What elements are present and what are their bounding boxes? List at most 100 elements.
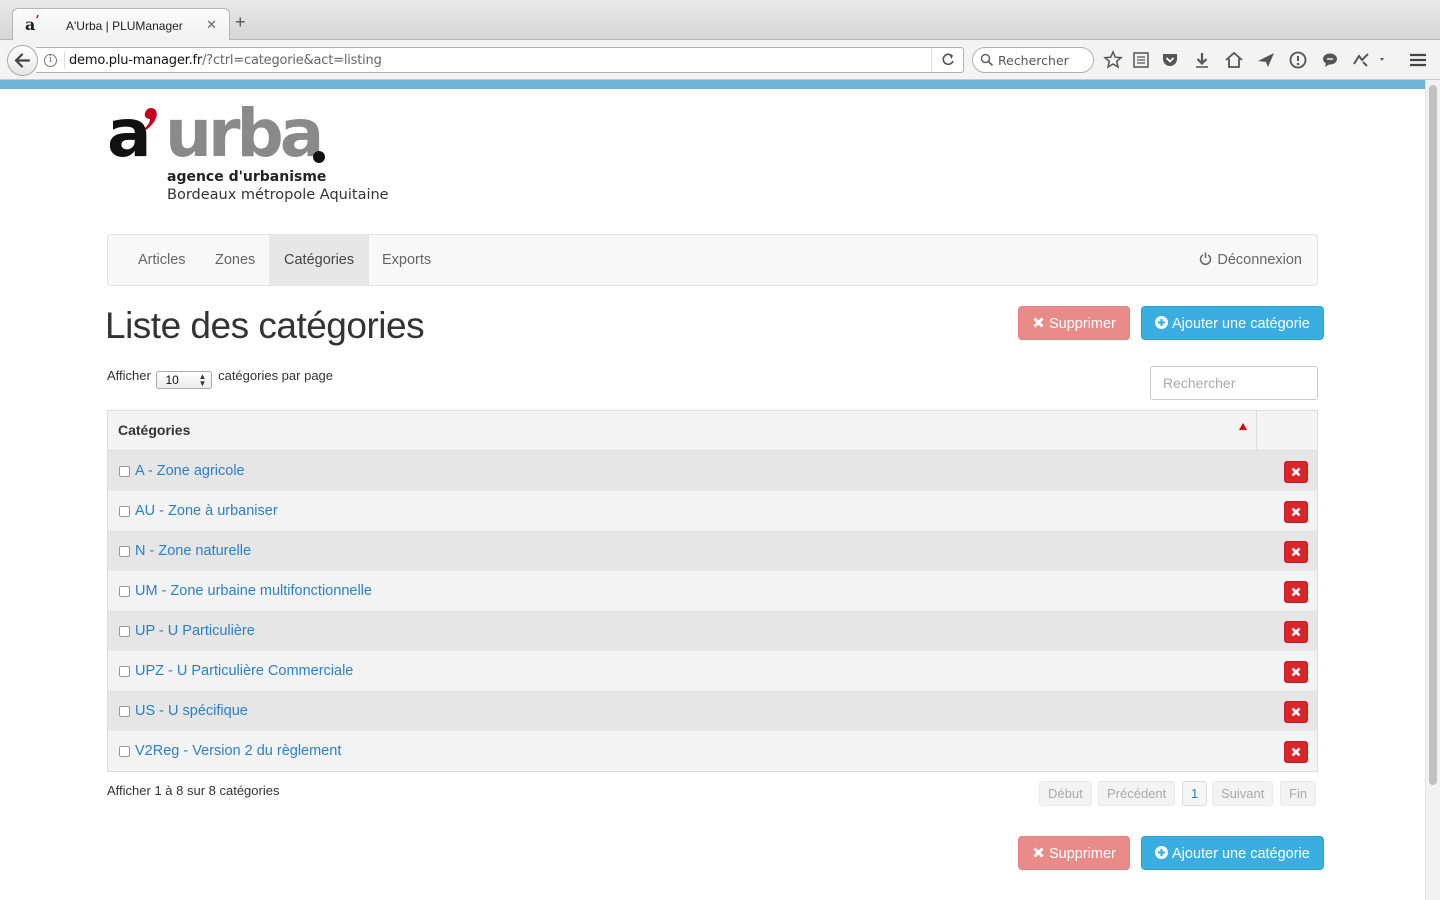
pagination-next[interactable]: Suivant: [1212, 781, 1274, 806]
plus-circle-icon: [1155, 846, 1168, 859]
delete-selected-button-top[interactable]: Supprimer: [1018, 306, 1130, 340]
extension-icon[interactable]: [1351, 50, 1371, 70]
add-category-button-top[interactable]: Ajouter une catégorie: [1141, 306, 1324, 340]
home-icon[interactable]: [1224, 50, 1244, 70]
pagination-page-1[interactable]: 1: [1182, 781, 1208, 806]
logout-label: Déconnexion: [1217, 252, 1302, 268]
site-info-icon[interactable]: i: [44, 54, 57, 67]
times-icon: [1291, 507, 1301, 517]
pocket-icon[interactable]: [1160, 50, 1180, 70]
search-icon: [980, 53, 994, 67]
category-link[interactable]: A - Zone agricole: [135, 463, 245, 479]
table-header: Catégories: [108, 411, 1317, 451]
table-info: Afficher 1 à 8 sur 8 catégories: [107, 783, 280, 798]
nav-item-articles[interactable]: Articles: [123, 235, 201, 285]
pagination-previous[interactable]: Précédent: [1098, 781, 1176, 806]
delete-row-button[interactable]: [1284, 741, 1308, 763]
page-length-value: 10: [165, 373, 179, 387]
page-length-control: Afficher 10 ▲ ▼ catégories par page: [107, 368, 333, 389]
pagination-first[interactable]: Début: [1039, 781, 1092, 806]
hamburger-menu-icon[interactable]: [1408, 52, 1428, 68]
delete-row-button[interactable]: [1284, 701, 1308, 723]
table-row: UM - Zone urbaine multifonctionnelle: [108, 571, 1317, 611]
url-path: /?ctrl=categorie&act=listing: [202, 53, 382, 68]
tab-close-icon[interactable]: ✕: [206, 17, 217, 33]
table-search-input[interactable]: Rechercher: [1150, 366, 1318, 400]
address-bar[interactable]: i demo.plu-manager.fr/?ctrl=categorie&ac…: [36, 47, 964, 73]
browser-tab[interactable]: a’ A'Urba | PLUManager ✕: [12, 8, 230, 41]
extension-dropdown-icon[interactable]: [1375, 50, 1395, 70]
logout-link[interactable]: Déconnexion: [1199, 235, 1302, 285]
new-tab-icon[interactable]: +: [235, 13, 246, 31]
select-arrows-icon: ▲ ▼: [198, 372, 207, 388]
add-category-button-bottom[interactable]: Ajouter une catégorie: [1141, 836, 1324, 870]
row-checkbox[interactable]: [119, 666, 130, 677]
table-row: A - Zone agricole: [108, 451, 1317, 491]
reading-list-icon[interactable]: [1131, 50, 1151, 70]
row-checkbox[interactable]: [119, 586, 130, 597]
row-checkbox[interactable]: [119, 706, 130, 717]
logo-mark-a: a: [107, 95, 152, 172]
delete-row-button[interactable]: [1284, 661, 1308, 683]
delete-label: Supprimer: [1049, 846, 1116, 862]
times-icon: [1291, 747, 1301, 757]
top-accent-bar: [0, 80, 1425, 89]
logo-apostrophe-icon: [144, 108, 157, 130]
category-link[interactable]: UM - Zone urbaine multifonctionnelle: [135, 583, 372, 599]
length-suffix: catégories par page: [218, 368, 334, 383]
nav-item-categories[interactable]: Catégories: [269, 235, 370, 285]
row-checkbox[interactable]: [119, 466, 130, 477]
delete-selected-button-bottom[interactable]: Supprimer: [1018, 836, 1130, 870]
times-icon: [1033, 317, 1044, 328]
length-prefix: Afficher: [107, 368, 151, 383]
pagination-last[interactable]: Fin: [1280, 781, 1317, 806]
scrollbar-thumb[interactable]: [1429, 85, 1437, 785]
chat-icon[interactable]: [1320, 50, 1340, 70]
row-checkbox[interactable]: [119, 626, 130, 637]
bookmark-star-icon[interactable]: [1103, 50, 1123, 70]
send-icon[interactable]: [1256, 50, 1276, 70]
column-header-categories[interactable]: Catégories: [108, 411, 1257, 450]
delete-label: Supprimer: [1049, 316, 1116, 332]
row-checkbox[interactable]: [119, 546, 130, 557]
page-length-select[interactable]: 10 ▲ ▼: [156, 371, 213, 389]
category-link[interactable]: US - U spécifique: [135, 703, 248, 719]
categories-table: Catégories A - Zone agricole AU - Zone à …: [107, 410, 1318, 772]
back-button[interactable]: [7, 45, 38, 76]
page-scrollbar[interactable]: [1425, 80, 1440, 900]
row-checkbox[interactable]: [119, 506, 130, 517]
delete-row-button[interactable]: [1284, 461, 1308, 483]
logo-mark-urba: urba: [165, 95, 324, 172]
times-icon: [1291, 667, 1301, 677]
category-link[interactable]: UPZ - U Particulière Commerciale: [135, 663, 353, 679]
table-row: AU - Zone à urbaniser: [108, 491, 1317, 531]
nav-item-exports[interactable]: Exports: [367, 235, 446, 285]
site-favicon-icon: a’: [25, 13, 40, 34]
table-row: UPZ - U Particulière Commerciale: [108, 651, 1317, 691]
nav-item-zones[interactable]: Zones: [200, 235, 270, 285]
reload-icon[interactable]: [931, 48, 963, 72]
delete-row-button[interactable]: [1284, 501, 1308, 523]
info-circle-icon[interactable]: [1288, 50, 1308, 70]
plus-circle-icon: [1155, 316, 1168, 329]
downloads-icon[interactable]: [1192, 50, 1212, 70]
category-link[interactable]: AU - Zone à urbaniser: [135, 503, 278, 519]
power-icon: [1200, 252, 1212, 265]
sort-asc-icon: [1239, 423, 1247, 430]
table-row: UP - U Particulière: [108, 611, 1317, 651]
category-link[interactable]: UP - U Particulière: [135, 623, 255, 639]
delete-row-button[interactable]: [1284, 621, 1308, 643]
logo-tagline-2: Bordeaux métropole Aquitaine: [167, 187, 389, 203]
category-link[interactable]: V2Reg - Version 2 du règlement: [135, 743, 341, 759]
table-body: A - Zone agricole AU - Zone à urbaniser N …: [108, 451, 1317, 771]
table-row: V2Reg - Version 2 du règlement: [108, 731, 1317, 771]
times-icon: [1291, 627, 1301, 637]
page-title: Liste des catégories: [105, 305, 425, 346]
category-link[interactable]: N - Zone naturelle: [135, 543, 251, 559]
times-icon: [1291, 467, 1301, 477]
delete-row-button[interactable]: [1284, 541, 1308, 563]
browser-search-bar[interactable]: Rechercher: [972, 47, 1094, 73]
row-checkbox[interactable]: [119, 746, 130, 757]
delete-row-button[interactable]: [1284, 581, 1308, 603]
times-icon: [1291, 587, 1301, 597]
